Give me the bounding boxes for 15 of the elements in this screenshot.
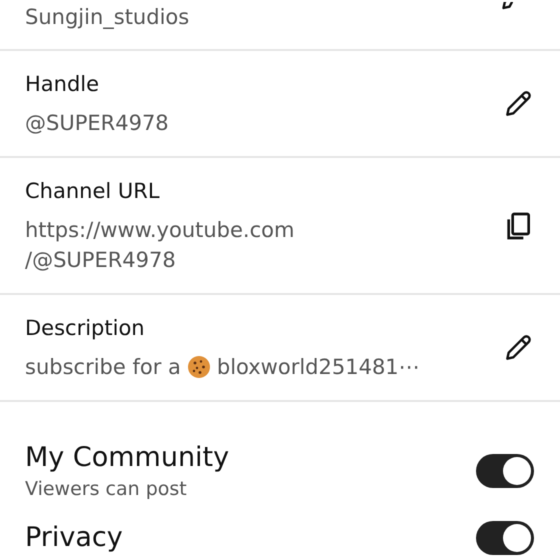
field-value: /@SUPER4978: [25, 247, 177, 274]
field-label: Handle: [25, 71, 100, 98]
cookie-icon: [186, 355, 211, 379]
field-value: Sungjin_studios: [25, 4, 190, 31]
setting-title: Privacy: [25, 521, 124, 555]
field-value: subscribe for a: [25, 354, 181, 381]
field-label: Description: [25, 315, 146, 342]
toggle-switch[interactable]: [476, 454, 534, 488]
toggle-switch[interactable]: [476, 521, 534, 555]
field-value: https://www.youtube.com: [25, 217, 296, 244]
field-label: Channel URL: [25, 178, 161, 205]
setting-subtitle: Viewers can post: [25, 477, 188, 502]
field-value: @SUPER4978: [25, 110, 170, 137]
setting-title: My Community: [25, 441, 230, 475]
field-value: bloxworld251481⋯: [216, 354, 420, 381]
